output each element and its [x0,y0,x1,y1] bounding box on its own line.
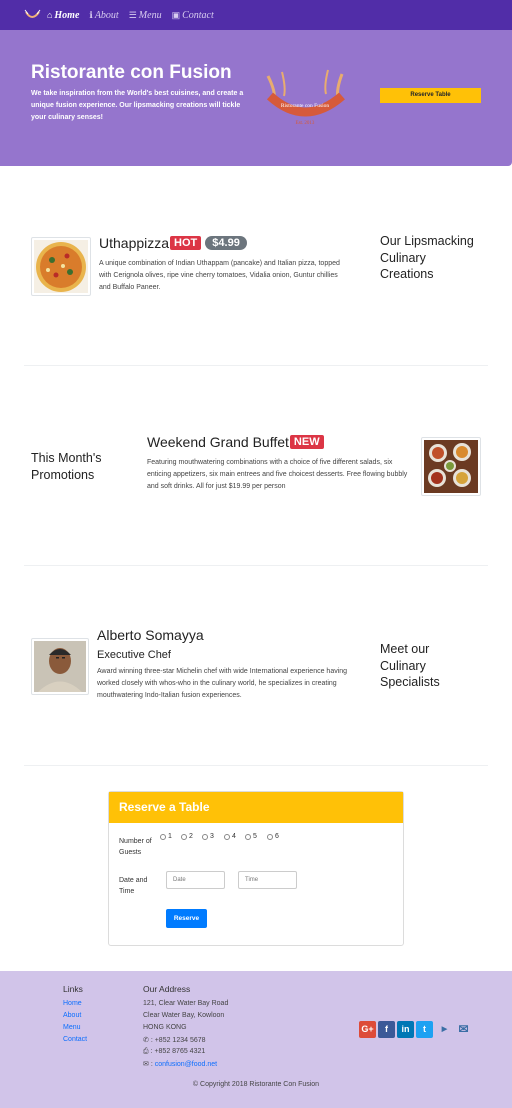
youtube-icon[interactable]: ▶ [438,1021,451,1038]
footer-link-contact[interactable]: Contact [63,1036,87,1043]
jumbotron: Ristorante con Fusion We take inspiratio… [0,30,512,166]
radio-circle [267,833,273,840]
phone-number: : +852 1234 5678 [150,1037,206,1044]
guest-option-label: 4 [232,833,236,840]
google-plus-icon[interactable]: G+ [359,1021,376,1038]
guest-option-label: 1 [168,833,172,840]
guest-option-label: 5 [253,833,257,840]
guest-option-label: 3 [210,833,214,840]
guest-radio-5[interactable]: 5 [245,833,257,840]
phone-icon: ✆ [143,1037,149,1044]
leader-thumbnail [31,638,89,695]
promotion-name: Weekend Grand Buffet [147,434,289,450]
twitter-icon[interactable]: t [416,1021,433,1038]
guest-radio-4[interactable]: 4 [224,833,236,840]
leader-side-title: Meet our Culinary Specialists [380,642,440,689]
hot-badge: HOT [170,236,202,250]
price-badge: $4.99 [205,236,247,250]
guest-option-label: 6 [275,833,279,840]
time-input[interactable]: Time [238,871,297,889]
brand-logo-icon[interactable] [24,8,41,22]
copyright: © Copyright 2018 Ristorante Con Fusion [192,1081,320,1088]
row-divider [24,565,488,566]
address-line: Clear Water Bay, Kowloon [143,1012,225,1019]
email-separator: : [150,1061,153,1068]
promotion-thumbnail [421,437,481,496]
footer-link-menu[interactable]: Menu [63,1024,81,1031]
promotion-side-title: This Month's Promotions [31,451,102,482]
radio-circle [224,833,230,840]
reserve-card-header: Reserve a Table [109,792,403,823]
logo-text: Ristorante con Fusion [281,103,330,109]
dish-side-title: Our Lipsmacking Culinary Creations [380,234,474,281]
home-icon: ⌂ [47,10,53,20]
guest-radio-1[interactable]: 1 [160,833,172,840]
row-divider [24,765,488,766]
logo-est: Est. 2013 [296,121,315,126]
radio-circle [181,833,187,840]
navbar: ⌂ Home ℹ About ☰ Menu ▣ Contact [0,0,512,30]
reserve-table-card: Reserve a Table [108,791,404,946]
nav-menu[interactable]: ☰ Menu [129,10,162,21]
address-line: HONG KONG [143,1024,187,1031]
footer-link-about[interactable]: About [63,1012,81,1019]
leader-name: Alberto Somayya [97,627,204,643]
dish-title: Uthappizza HOT $4.99 [99,235,247,251]
guest-option-label: 2 [189,833,193,840]
reserve-table-button[interactable]: Reserve Table [380,88,481,103]
leader-designation: Executive Chef [97,649,171,661]
links-title: Links [63,984,83,994]
address-title: Our Address [143,984,191,994]
leader-description: Award winning three-star Michelin chef w… [97,668,348,699]
nav-home-label: Home [54,9,80,21]
nav-contact-label: Contact [182,9,214,21]
facebook-icon[interactable]: f [378,1021,395,1038]
mail-icon[interactable]: ✉ [455,1021,472,1038]
fax-line: ⎙ : +852 8765 4321 [143,1048,205,1056]
pizza-image [34,240,88,293]
fax-number: : +852 8765 4321 [150,1048,206,1055]
reserve-submit-button[interactable]: Reserve [166,909,207,928]
info-icon: ℹ [89,9,93,20]
phone-line: ✆ : +852 1234 5678 [143,1036,206,1044]
address-line: 121, Clear Water Bay Road [143,1000,229,1007]
restaurant-logo: Ristorante con Fusion Est. 2013 [266,69,345,126]
email-line: ✉ : confusion@food.net [143,1060,217,1068]
promotion-title: Weekend Grand Buffet NEW [147,434,324,450]
list-icon: ☰ [128,9,137,20]
nav-about-label: About [94,9,119,21]
nav-contact[interactable]: ▣ Contact [172,10,214,21]
fax-icon: ⎙ [143,1048,149,1055]
datetime-label: Date and Time [119,877,148,895]
guest-radio-6[interactable]: 6 [267,833,279,840]
footer-link-home[interactable]: Home [63,1000,82,1007]
radio-circle [202,833,208,840]
dish-name: Uthappizza [99,235,170,251]
buffet-image [424,440,478,493]
new-badge: NEW [289,435,324,449]
guest-radio-3[interactable]: 3 [202,833,214,840]
dish-thumbnail [31,237,91,296]
envelope-icon: ✉ [143,1061,149,1068]
nav-about[interactable]: ℹ About [89,10,118,21]
linkedin-icon[interactable]: in [397,1021,414,1038]
guests-label: Number of Guests [119,838,152,856]
address-card-icon: ▣ [171,9,181,20]
promotion-description: Featuring mouthwatering combinations wit… [147,459,408,490]
date-input[interactable]: Date [166,871,225,889]
jumbotron-text: We take inspiration from the World's bes… [31,90,244,121]
radio-circle [245,833,251,840]
chef-portrait [34,641,86,692]
radio-circle [160,833,166,840]
nav-menu-label: Menu [138,9,162,21]
dish-description: A unique combination of Indian Uthappam … [99,260,340,291]
guest-radio-2[interactable]: 2 [181,833,193,840]
row-divider [24,365,488,366]
email-link[interactable]: confusion@food.net [155,1061,217,1068]
nav-home[interactable]: ⌂ Home [47,10,79,21]
jumbotron-title: Ristorante con Fusion [31,62,232,83]
